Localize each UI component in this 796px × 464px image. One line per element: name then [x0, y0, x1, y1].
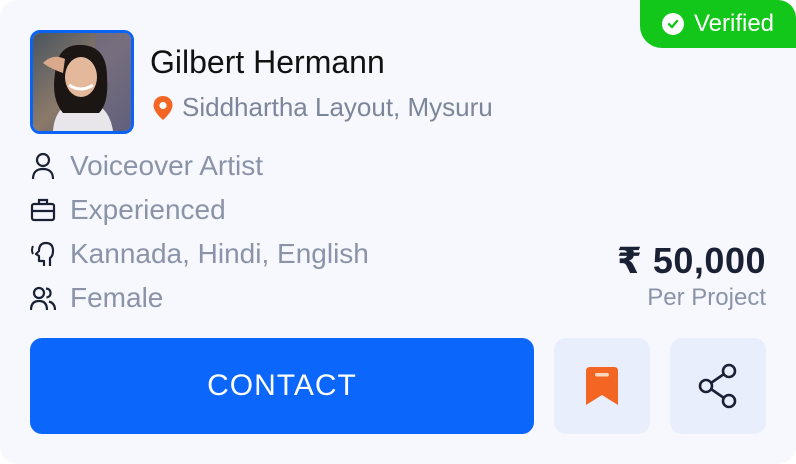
bookmark-icon [586, 367, 618, 405]
avatar[interactable] [30, 30, 134, 134]
briefcase-icon [30, 198, 56, 222]
attribute-gender: Female [30, 282, 163, 314]
contact-button[interactable]: CONTACT [30, 338, 534, 434]
map-pin-icon [153, 95, 173, 120]
attribute-experience: Experienced [30, 194, 226, 226]
bookmark-button[interactable] [554, 338, 650, 434]
speaking-head-icon [31, 241, 55, 266]
attribute-label: Voiceover Artist [70, 150, 263, 181]
price-block: ₹ 50,000 Per Project [617, 240, 766, 312]
verified-label: Verified [693, 10, 775, 37]
profile-name: Gilbert Hermann [150, 44, 385, 80]
user-icon [31, 152, 55, 180]
share-button[interactable] [670, 338, 766, 434]
attribute-label: Kannada, Hindi, English [70, 238, 369, 269]
location: Siddhartha Layout, Mysuru [152, 92, 493, 123]
price-amount: ₹ 50,000 [616, 240, 766, 281]
profile-card: Verified Gilbert Hermann Siddhartha Layo… [0, 0, 796, 464]
share-icon [698, 363, 737, 409]
attribute-profession: Voiceover Artist [30, 150, 263, 182]
attribute-label: Female [70, 282, 164, 313]
verified-badge: Verified [640, 0, 796, 48]
attribute-label: Experienced [70, 194, 226, 225]
attribute-languages: Kannada, Hindi, English [30, 238, 369, 270]
check-circle-icon [661, 13, 684, 35]
price-unit: Per Project [647, 284, 766, 311]
location-text: Siddhartha Layout, Mysuru [182, 92, 493, 122]
users-icon [30, 286, 56, 311]
